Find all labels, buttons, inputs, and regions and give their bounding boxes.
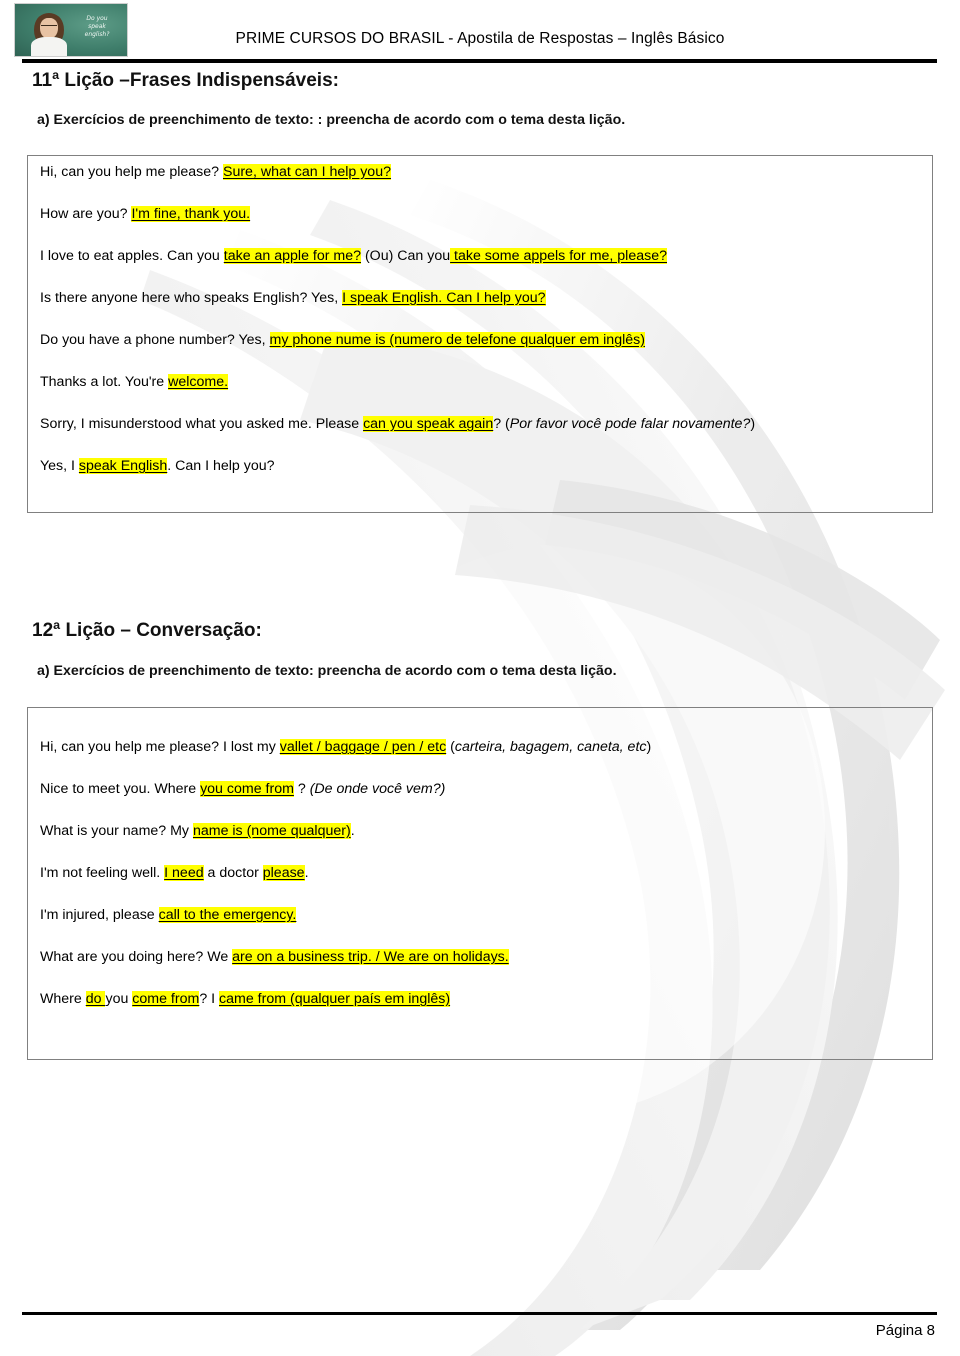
lesson-title-1: 11ª Lição –Frases Indispensáveis: (32, 70, 339, 91)
line-answer: come from (132, 991, 200, 1007)
line-answer: came from (qualquer país em inglês) (219, 991, 451, 1007)
line-text: Yes, I (40, 458, 79, 474)
line-text: . (350, 823, 355, 839)
exercise-line: What are you doing here? We are on a bus… (40, 948, 509, 966)
line-answer: I speak English. Can I help you? (342, 290, 546, 306)
line-text: Nice to meet you. Where (40, 781, 201, 797)
line-translation: carteira, bagagem, caneta, etc (454, 739, 647, 755)
exercise-line: Sorry, I misunderstood what you asked me… (40, 415, 755, 433)
line-text: Where (40, 991, 86, 1007)
line-text: ) (750, 416, 756, 432)
line-answer: can you speak again (363, 416, 494, 432)
line-answer: I'm fine, thank you. (131, 206, 251, 222)
line-text: I'm injured, please (40, 907, 159, 923)
exercise-line: Where do you come from? I came from (qua… (40, 990, 451, 1008)
line-text: ? (293, 781, 310, 797)
line-answer: my phone nume is (numero de telefone qua… (269, 332, 645, 348)
line-translation: Por favor você pode falar novamente? (509, 416, 751, 432)
exercise-line: Thanks a lot. You're welcome. (40, 373, 229, 391)
line-answer: name is (nome qualquer) (192, 823, 351, 839)
line-text: a doctor (203, 865, 263, 881)
line-answer: you come from (200, 781, 294, 797)
line-text: ? ( (493, 416, 510, 432)
line-text: What is your name? My (40, 823, 193, 839)
exercise-line: How are you? I'm fine, thank you. (40, 205, 251, 223)
exercise-line: I'm not feeling well. I need a doctor pl… (40, 864, 309, 882)
line-answer: welcome. (168, 374, 229, 390)
line-text: Hi, can you help me please? (40, 164, 223, 180)
lesson-instruction-2: a) Exercícios de preenchimento de texto:… (37, 663, 617, 679)
line-text: Do you have a phone number? Yes, (40, 332, 270, 348)
exercise-line: Yes, I speak English. Can I help you? (40, 457, 275, 475)
line-answer: do (85, 991, 106, 1007)
header-divider (22, 59, 937, 63)
lesson-title-2: 12ª Lição – Conversação: (32, 620, 262, 641)
line-answer: please (262, 865, 305, 881)
exercise-line: Hi, can you help me please? I lost my va… (40, 738, 651, 756)
line-answer: are on a business trip. / We are on holi… (232, 949, 509, 965)
line-text: Sorry, I misunderstood what you asked me… (40, 416, 364, 432)
line-answer: vallet / baggage / pen / etc (279, 739, 447, 755)
exercise-line: Hi, can you help me please? Sure, what c… (40, 163, 391, 181)
line-text: Hi, can you help me please? I lost my (40, 739, 280, 755)
line-text: How are you? (40, 206, 132, 222)
line-text: (Ou) Can you (361, 248, 451, 264)
header-title: PRIME CURSOS DO BRASIL - Apostila de Res… (235, 30, 725, 47)
exercise-line: Do you have a phone number? Yes, my phon… (40, 331, 645, 349)
exercise-line: Nice to meet you. Where you come from ? … (40, 780, 445, 798)
footer-divider (22, 1312, 937, 1315)
line-text: I'm not feeling well. (40, 865, 165, 881)
line-text: ? I (199, 991, 220, 1007)
exercise-line: Is there anyone here who speaks English?… (40, 289, 546, 307)
line-text: . (304, 865, 309, 881)
line-text: ( (446, 739, 455, 755)
line-translation: (De onde você vem?) (309, 781, 446, 797)
line-answer: I need (164, 865, 204, 881)
line-text: . Can I help you? (167, 458, 275, 474)
line-answer: Sure, what can I help you? (222, 164, 391, 180)
chalkboard-line-1: Do you (86, 15, 108, 22)
line-answer: take an apple for me? (223, 248, 361, 264)
exercise-line: I'm injured, please call to the emergenc… (40, 906, 297, 924)
exercise-line: What is your name? My name is (nome qual… (40, 822, 355, 840)
line-text: I love to eat apples. Can you (40, 248, 224, 264)
document-page: Do you speak english? PRIME CURSOS DO BR… (0, 0, 960, 1356)
exercise-line: I love to eat apples. Can you take an ap… (40, 247, 667, 265)
page-header: Do you speak english? PRIME CURSOS DO BR… (0, 0, 960, 66)
line-answer: speak English (78, 458, 168, 474)
line-text: What are you doing here? We (40, 949, 233, 965)
lesson-instruction-1: a) Exercícios de preenchimento de texto:… (37, 112, 626, 128)
line-text: Is there anyone here who speaks English?… (40, 290, 343, 306)
line-answer: call to the emergency. (158, 907, 297, 923)
page-number: Página 8 (875, 1322, 935, 1339)
line-answer: take some appels for me, please? (450, 248, 667, 264)
line-text: Thanks a lot. You're (40, 374, 169, 390)
line-text: ) (646, 739, 652, 755)
line-text: you (105, 991, 133, 1007)
